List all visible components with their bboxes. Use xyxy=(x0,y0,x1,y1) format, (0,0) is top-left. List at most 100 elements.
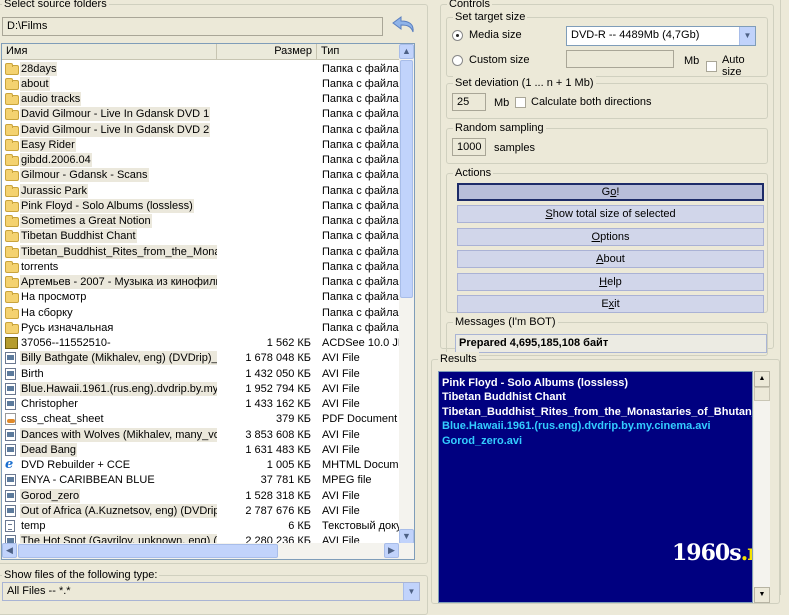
file-row[interactable]: Birth 1 432 050 КБ AVI File xyxy=(2,366,400,381)
file-type: Папка с файлами xyxy=(322,245,400,258)
file-name: Out of Africa (A.Kuznetsov, eng) (DVDrip… xyxy=(20,503,217,518)
exit-button[interactable]: Exit xyxy=(457,295,764,313)
file-name-cell: Tibetan Buddhist Chant xyxy=(2,229,217,244)
result-line[interactable]: Tibetan_Buddhist_Rites_from_the_Monastar… xyxy=(442,405,752,419)
file-row[interactable]: torrents Папка с файлами xyxy=(2,259,400,274)
file-row[interactable]: Pink Floyd - Solo Albums (lossless) Папка… xyxy=(2,198,400,213)
custom-size-input[interactable] xyxy=(566,50,674,68)
actions-legend: Actions xyxy=(453,166,494,180)
file-row[interactable]: Out of Africa (A.Kuznetsov, eng) (DVDrip… xyxy=(2,503,400,518)
samples-input[interactable]: 1000 xyxy=(452,138,486,156)
file-row[interactable]: about Папка с файлами xyxy=(2,76,400,91)
column-header-type[interactable]: Тип xyxy=(317,44,400,60)
random-sampling-legend: Random sampling xyxy=(453,121,546,135)
back-button[interactable] xyxy=(390,13,418,39)
file-row[interactable]: 37056--11552510- 1 562 КБ ACDSee 10.0 JPE xyxy=(2,336,400,351)
file-size: 379 КБ xyxy=(275,413,311,426)
horizontal-scrollbar[interactable]: ◀ ▶ xyxy=(2,543,414,559)
file-row[interactable]: temp 6 КБ Текстовый докум xyxy=(2,519,400,534)
file-row[interactable]: Артемьев - 2007 - Музыка из кинофиль... П… xyxy=(2,275,400,290)
file-row[interactable]: Billy Bathgate (Mikhalev, eng) (DVDrip)_… xyxy=(2,351,400,366)
file-name-cell: audio tracks xyxy=(2,92,217,107)
result-line[interactable]: Gorod_zero.avi xyxy=(442,434,749,448)
file-row[interactable]: Tibetan Buddhist Chant Папка с файлами xyxy=(2,229,400,244)
result-line[interactable]: Tibetan Buddhist Chant xyxy=(442,390,749,404)
file-row[interactable]: На сборку Папка с файлами xyxy=(2,305,400,320)
file-type: Папка с файлами xyxy=(322,169,400,182)
button-label-post: ! xyxy=(616,186,620,198)
go-button[interactable]: Go! xyxy=(457,183,764,201)
file-type: ACDSee 10.0 JPE xyxy=(322,337,400,350)
file-name: Tibetan Buddhist Chant xyxy=(20,229,137,244)
file-row[interactable]: Easy Rider Папка с файлами xyxy=(2,137,400,152)
checkbox-unchecked-icon xyxy=(706,60,717,72)
scroll-left-button[interactable]: ◀ xyxy=(2,543,17,558)
file-type: Папка с файлами xyxy=(322,321,400,334)
source-folders-legend: Select source folders xyxy=(2,0,109,11)
file-name: Easy Rider xyxy=(20,137,76,152)
file-row[interactable]: Christopher 1 433 162 КБ AVI File xyxy=(2,397,400,412)
video-file-icon xyxy=(5,428,16,441)
file-row[interactable]: e DVD Rebuilder + CCE 1 005 КБ MHTML Docume… xyxy=(2,458,400,473)
vertical-scrollbar[interactable]: ▲ ▼ xyxy=(399,44,414,544)
media-size-radio[interactable]: Media size xyxy=(452,29,522,41)
result-line[interactable]: Blue.Hawaii.1961.(rus.eng).dvdrip.by.my.… xyxy=(442,419,749,433)
file-list[interactable]: Имя Размер Тип 28daysПапка с файламиabou… xyxy=(1,43,415,560)
file-name: Sometimes a Great Notion xyxy=(20,214,152,229)
result-line[interactable]: Pink Floyd - Solo Albums (lossless) xyxy=(442,376,749,390)
file-size: 3 853 608 КБ xyxy=(245,428,311,441)
pdf-file-icon xyxy=(5,413,16,426)
file-row[interactable]: David Gilmour - Live In Gdansk DVD 1 Папк… xyxy=(2,107,400,122)
file-type-select[interactable]: All Files -- *.* ▼ xyxy=(2,582,420,601)
file-name: На просмотр xyxy=(21,291,87,304)
folder-icon xyxy=(5,215,19,228)
file-row[interactable]: gibdd.2006.04 Папка с файлами xyxy=(2,153,400,168)
file-row[interactable]: Gorod_zero 1 528 318 КБ AVI File xyxy=(2,488,400,503)
file-row[interactable]: css_cheat_sheet 379 КБ PDF Document xyxy=(2,412,400,427)
deviation-input[interactable]: 25 xyxy=(452,93,486,111)
file-type: AVI File xyxy=(322,504,360,517)
file-row[interactable]: 28days Папка с файлами xyxy=(2,61,400,76)
column-header-size[interactable]: Размер xyxy=(217,44,317,60)
file-row[interactable]: На просмотр Папка с файлами xyxy=(2,290,400,305)
file-row[interactable]: Dances with Wolves (Mikhalev, many_voic.… xyxy=(2,427,400,442)
file-row[interactable]: Jurassic Park Папка с файлами xyxy=(2,183,400,198)
scroll-up-button[interactable]: ▲ xyxy=(399,44,414,59)
file-type: Папка с файлами xyxy=(322,306,400,319)
custom-size-radio[interactable]: Custom size xyxy=(452,54,530,66)
file-row[interactable]: Gilmour - Gdansk - Scans Папка с файлами xyxy=(2,168,400,183)
horizontal-scroll-thumb[interactable] xyxy=(18,544,278,558)
media-size-select[interactable]: DVD-R -- 4489Mb (4,7Gb) ▼ xyxy=(566,26,756,46)
results-scroll-thumb[interactable] xyxy=(754,387,770,401)
help-button[interactable]: Help xyxy=(457,272,764,291)
file-row[interactable]: David Gilmour - Live In Gdansk DVD 2 Папк… xyxy=(2,122,400,137)
scroll-right-button[interactable]: ▶ xyxy=(384,543,399,558)
results-list[interactable]: Pink Floyd - Solo Albums (lossless) Tibet… xyxy=(438,371,753,603)
chevron-down-icon: ▼ xyxy=(403,583,419,600)
video-file-icon xyxy=(5,398,16,411)
options-button[interactable]: Options xyxy=(457,227,764,246)
column-header-name[interactable]: Имя xyxy=(2,44,217,60)
auto-size-checkbox[interactable]: Auto size xyxy=(706,54,767,78)
about-button[interactable]: About xyxy=(457,250,764,269)
calculate-both-directions-checkbox[interactable]: Calculate both directions xyxy=(515,96,651,108)
scroll-down-button[interactable]: ▼ xyxy=(399,529,414,544)
file-row[interactable]: Русь изначальная Папка с файлами xyxy=(2,320,400,335)
custom-size-label: Custom size xyxy=(469,54,530,66)
file-row[interactable]: Sometimes a Great Notion Папка с файлами xyxy=(2,214,400,229)
file-name-cell: Billy Bathgate (Mikhalev, eng) (DVDrip)_… xyxy=(2,351,217,366)
results-scrollbar[interactable]: ▲ ▼ xyxy=(754,371,770,603)
file-name-cell: 37056--11552510- xyxy=(2,336,217,350)
vertical-scroll-thumb[interactable] xyxy=(400,60,413,298)
results-scroll-down-button[interactable]: ▼ xyxy=(754,587,770,603)
path-field[interactable]: D:\Films xyxy=(2,17,383,36)
file-row[interactable]: Dead Bang 1 631 483 КБ AVI File xyxy=(2,442,400,457)
file-row[interactable]: ENYA - CARIBBEAN BLUE 37 781 КБ MPEG file xyxy=(2,473,400,488)
results-scroll-up-button[interactable]: ▲ xyxy=(754,371,770,387)
file-name: Jurassic Park xyxy=(20,183,89,198)
file-size: 1 631 483 КБ xyxy=(245,443,311,456)
file-row[interactable]: Tibetan_Buddhist_Rites_from_the_Monast..… xyxy=(2,244,400,259)
show-total-size-button[interactable]: Show total size of selected xyxy=(457,205,764,224)
file-row[interactable]: Blue.Hawaii.1961.(rus.eng).dvdrip.by.my.… xyxy=(2,381,400,396)
file-row[interactable]: audio tracks Папка с файлами xyxy=(2,92,400,107)
